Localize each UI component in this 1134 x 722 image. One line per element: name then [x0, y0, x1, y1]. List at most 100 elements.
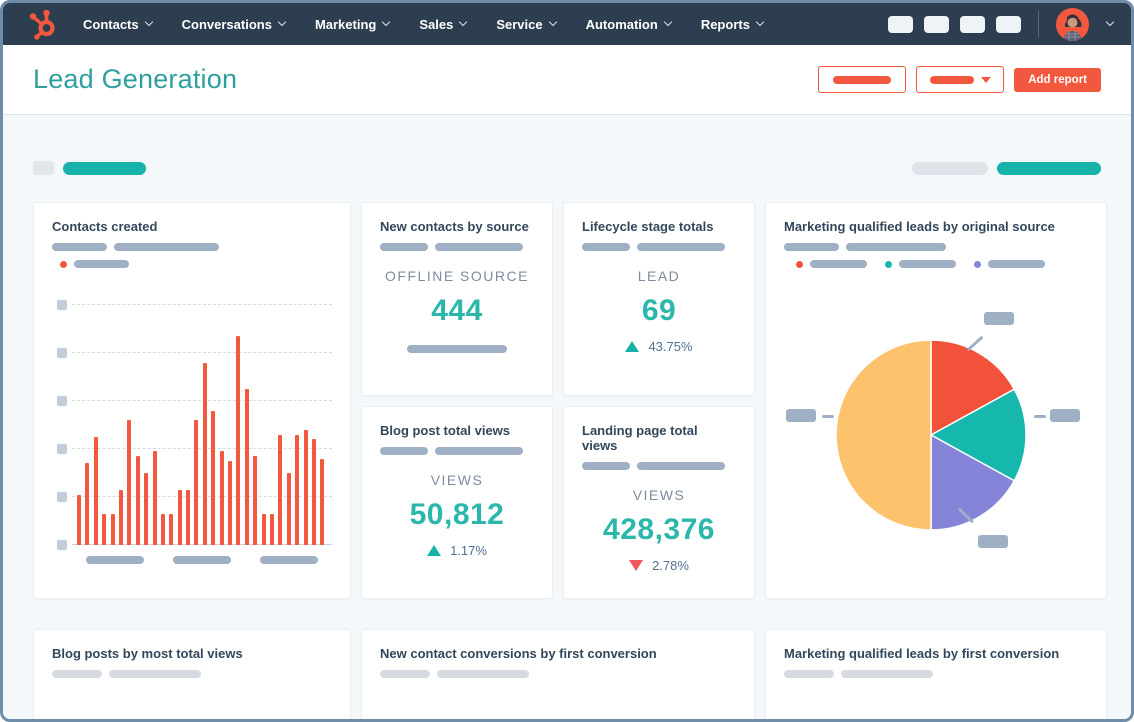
- pie-slice-yellow[interactable]: [835, 339, 932, 531]
- stat-delta: 2.78%: [582, 558, 736, 573]
- legend-dot-teal: [885, 260, 892, 268]
- card-title: Contacts created: [52, 219, 158, 234]
- header-actions: Add report: [818, 66, 1101, 93]
- trend-up-icon: [427, 544, 442, 556]
- filter-icon[interactable]: [33, 161, 54, 175]
- nav-item-marketing[interactable]: Marketing: [314, 16, 391, 32]
- add-report-button[interactable]: Add report: [1014, 67, 1101, 92]
- chevron-down-icon: [459, 17, 468, 27]
- legend-label-placeholder: [810, 260, 867, 268]
- nav-item-label: Marketing: [314, 16, 377, 32]
- card-new-contacts-by-source: New contacts by source OFFLINE SOURCE 44…: [361, 202, 553, 396]
- nav-item-label: Conversations: [181, 16, 272, 32]
- bar: [202, 362, 207, 545]
- y-tick-placeholder: [57, 492, 67, 502]
- card-landing-page-total-views: Landing page total views VIEWS 428,376 2…: [563, 405, 755, 599]
- dashboard-content: Contacts created New contacts by source …: [3, 115, 1131, 719]
- bar: [269, 513, 274, 545]
- page-title: Lead Generation: [33, 64, 238, 94]
- nav-item-conversations[interactable]: Conversations: [181, 16, 287, 32]
- user-avatar[interactable]: [1056, 7, 1089, 41]
- account-chevron-down-icon[interactable]: [1105, 17, 1115, 27]
- card-subtitle-placeholder: [52, 243, 332, 251]
- delta-text: 43.75%: [648, 339, 693, 354]
- trend-down-icon: [629, 559, 644, 571]
- dashboard-action-button-1[interactable]: [818, 66, 907, 93]
- card-mql-by-first-conversion: Marketing qualified leads by first conve…: [765, 629, 1107, 719]
- bar: [295, 434, 300, 545]
- top-navigation: Contacts Conversations Marketing Sales S…: [3, 3, 1131, 45]
- card-title: New contact conversions by first convers…: [380, 646, 657, 661]
- hubspot-logo-icon[interactable]: [25, 7, 59, 41]
- nav-item-reports[interactable]: Reports: [701, 17, 765, 32]
- stat-delta: 43.75%: [582, 339, 736, 354]
- bar: [102, 513, 107, 545]
- nav-tool-button-1[interactable]: [888, 15, 913, 33]
- delta-text: 2.78%: [652, 557, 689, 573]
- trend-up-icon: [625, 341, 640, 352]
- caret-down-icon: [980, 76, 991, 83]
- card-subtitle-placeholder: [380, 446, 534, 455]
- legend-label-placeholder: [74, 260, 129, 268]
- button-label-placeholder: [929, 75, 974, 84]
- legend-label-placeholder: [988, 260, 1045, 268]
- nav-item-label: Service: [496, 16, 543, 32]
- filter-chip-right-teal[interactable]: [997, 161, 1101, 175]
- button-label-placeholder: [833, 75, 892, 84]
- bar: [261, 513, 266, 545]
- delta-text: 1.17%: [450, 542, 487, 558]
- nav-divider: [1038, 11, 1039, 37]
- nav-item-sales[interactable]: Sales: [419, 17, 468, 32]
- bar-series: [77, 305, 330, 545]
- y-axis-ticks: [52, 284, 72, 550]
- bar: [93, 437, 98, 545]
- bar: [177, 489, 182, 545]
- bar: [110, 513, 115, 545]
- nav-tool-button-2[interactable]: [924, 15, 949, 33]
- pie-callout-left: [786, 409, 816, 422]
- dashboard-row-2: Blog posts by most total views New conta…: [33, 629, 1107, 719]
- card-subtitle-placeholder: [582, 243, 736, 251]
- card-title: Lifecycle stage totals: [582, 219, 714, 234]
- stat-label: VIEWS: [430, 471, 484, 488]
- stat-label: LEAD: [637, 268, 681, 284]
- card-mql-by-original-source: Marketing qualified leads by original so…: [765, 202, 1107, 599]
- bar: [77, 494, 81, 545]
- page-header: Lead Generation Add report: [3, 45, 1131, 115]
- bar-chart-plot: [72, 284, 332, 546]
- chevron-down-icon: [755, 17, 765, 27]
- nav-tool-button-4[interactable]: [996, 15, 1021, 33]
- card-title: Marketing qualified leads by original so…: [784, 219, 1055, 234]
- dashboard-action-dropdown[interactable]: [916, 66, 1005, 93]
- card-subtitle-placeholder: [784, 243, 1088, 251]
- bar: [244, 389, 249, 545]
- legend-dot-purple: [974, 260, 981, 268]
- bar: [236, 336, 241, 545]
- nav-item-service[interactable]: Service: [496, 16, 557, 32]
- chevron-down-icon: [277, 17, 287, 27]
- pie-callout-right: [1050, 409, 1080, 422]
- card-lifecycle-stage-totals: Lifecycle stage totals LEAD 69 43.75%: [563, 202, 755, 396]
- pie-legend: [784, 260, 1088, 268]
- bar: [278, 434, 283, 545]
- y-tick-placeholder: [57, 396, 67, 406]
- filter-chip-left[interactable]: [63, 161, 146, 175]
- bar: [169, 513, 174, 545]
- pie-callout-line: [822, 415, 834, 418]
- nav-right-tools: [888, 7, 1115, 41]
- bar: [186, 489, 191, 545]
- y-tick-placeholder: [57, 348, 67, 358]
- dashboard-row-1: Contacts created New contacts by source …: [33, 202, 1107, 599]
- stat-value: 428,376: [603, 512, 715, 546]
- bar-chart[interactable]: [52, 284, 332, 550]
- pie-callout-line: [1034, 415, 1046, 418]
- bar: [320, 458, 325, 545]
- stat-cards-grid: New contacts by source OFFLINE SOURCE 44…: [361, 202, 755, 599]
- nav-tool-button-3[interactable]: [960, 15, 985, 33]
- nav-item-contacts[interactable]: Contacts: [83, 17, 153, 32]
- filter-chip-right-gray[interactable]: [912, 161, 988, 175]
- pie-chart[interactable]: [784, 272, 1088, 572]
- legend-dot-orange: [60, 260, 67, 268]
- nav-item-automation[interactable]: Automation: [586, 17, 673, 32]
- legend-label-placeholder: [899, 260, 956, 268]
